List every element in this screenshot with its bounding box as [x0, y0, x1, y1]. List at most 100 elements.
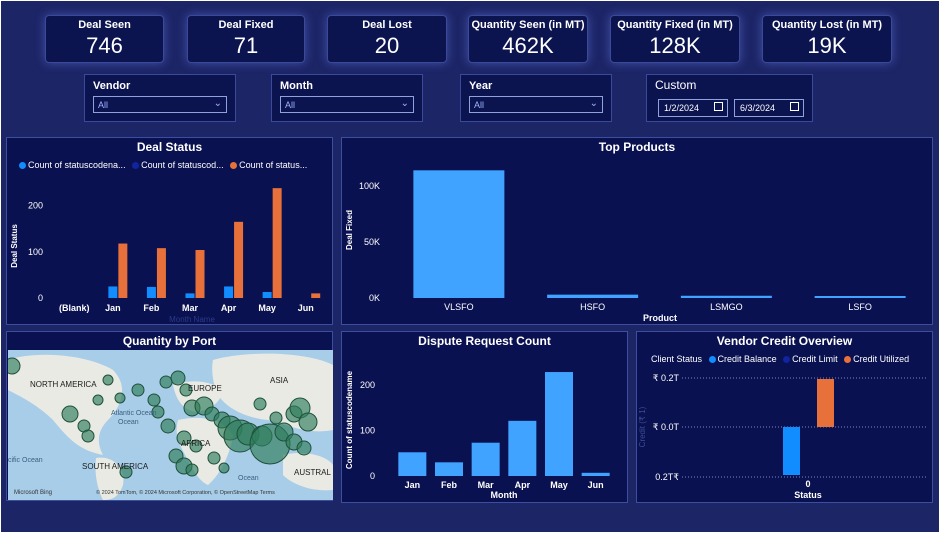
map-label: Atlantic Ocean	[111, 410, 157, 417]
x-tick-label: Apr	[221, 303, 237, 313]
x-axis-title: Month	[491, 490, 518, 500]
kpi-quantity-fixed: Quantity Fixed (in MT) 128K	[610, 15, 740, 63]
x-tick-label: May	[258, 303, 276, 313]
y-tick-label: ₹ 0.2T	[653, 373, 680, 383]
custom-date-slicer: Custom 1/2/2024 6/3/2024	[646, 74, 813, 122]
port-bubble	[170, 370, 186, 386]
x-tick-label: Jun	[298, 303, 314, 313]
port-bubble	[61, 405, 79, 423]
y-tick-label: 0K	[369, 293, 380, 303]
bar	[146, 286, 156, 298]
kpi-value: 128K	[649, 33, 701, 58]
bar	[272, 188, 282, 298]
port-bubble	[114, 392, 126, 404]
top-products-panel: Top Products 0K 50K 100K Deal Fixed Product V…	[341, 137, 933, 325]
kpi-quantity-lost: Quantity Lost (in MT) 19K	[762, 15, 892, 63]
bar	[508, 420, 537, 476]
deal-status-chart: 0 100 200 Deal Status Month Name (Blank) Jan Fe…	[10, 188, 321, 324]
x-tick-label: May	[550, 480, 568, 490]
top-products-chart: 0K 50K 100K Deal Fixed Product VLSFO HSFO LSMGO…	[345, 170, 906, 323]
deal-status-panel: Deal Status Count of statuscodena... Cou…	[6, 137, 333, 325]
port-bubble	[147, 393, 161, 407]
x-axis-title: Product	[643, 313, 677, 323]
port-bubble	[296, 440, 312, 456]
kpi-label: Quantity Lost (in MT)	[772, 19, 882, 31]
x-tick-label: Apr	[515, 480, 531, 490]
end-date-value: 6/3/2024	[740, 103, 776, 113]
x-tick-label: Jun	[588, 480, 604, 490]
map-label: AUSTRAL	[294, 468, 331, 477]
y-tick-label: 200	[28, 201, 43, 211]
vendor-slicer-title: Vendor	[93, 80, 131, 92]
y-axis-title: Count of statuscodename	[345, 370, 354, 469]
bar	[311, 293, 321, 298]
port-bubble	[207, 451, 221, 465]
bar	[234, 221, 244, 298]
port-bubble	[8, 357, 21, 375]
x-tick-label: HSFO	[580, 302, 605, 312]
y-tick-label: 0	[38, 293, 43, 303]
port-bubble	[269, 411, 283, 425]
kpi-deal-lost: Deal Lost 20	[327, 15, 447, 63]
vendor-slicer: Vendor All ⌄	[84, 74, 236, 122]
port-bubble	[131, 383, 145, 397]
x-tick-label: Feb	[441, 480, 458, 490]
calendar-icon[interactable]	[790, 102, 799, 111]
dispute-request-panel: Dispute Request Count 0 100 200 Count of st…	[341, 331, 628, 503]
bar	[185, 293, 195, 298]
bar	[817, 379, 834, 427]
year-slicer-title: Year	[469, 80, 493, 92]
year-dropdown-value: All	[474, 100, 485, 110]
port-bubble	[160, 418, 176, 434]
kpi-value: 746	[86, 33, 123, 58]
vendor-credit-panel: Vendor Credit Overview Client Status Cre…	[636, 331, 933, 503]
kpi-value: 19K	[807, 33, 847, 58]
quantity-by-port-panel: Quantity by Port NORTH AMERICA EUROPE AS…	[6, 331, 333, 501]
bar	[435, 462, 463, 476]
start-date-input[interactable]: 1/2/2024	[658, 99, 728, 117]
port-map[interactable]: NORTH AMERICA EUROPE ASIA Atlantic Ocean…	[8, 350, 333, 500]
port-bubble	[298, 412, 318, 432]
year-dropdown[interactable]: All ⌄	[469, 96, 603, 113]
bing-logo: Microsoft Bing	[14, 490, 52, 496]
y-axis-title: Credit (₹ 1)	[638, 406, 647, 447]
y-axis-title: Deal Status	[10, 224, 19, 268]
vendor-dropdown[interactable]: All ⌄	[93, 96, 227, 113]
kpi-deal-seen: Deal Seen 746	[45, 15, 164, 63]
bar	[545, 372, 573, 476]
port-bubble	[102, 374, 114, 386]
kpi-quantity-seen: Quantity Seen (in MT) 462K	[468, 15, 588, 63]
port-bubble	[159, 375, 173, 389]
month-dropdown[interactable]: All ⌄	[280, 96, 414, 113]
map-label: Ocean	[238, 475, 259, 482]
end-date-input[interactable]: 6/3/2024	[734, 99, 804, 117]
port-bubble	[185, 463, 199, 477]
bar	[547, 294, 639, 298]
bar	[195, 250, 205, 298]
x-tick-label: Mar	[182, 303, 199, 313]
y-tick-label: 100	[28, 247, 43, 257]
custom-slicer-title: Custom	[655, 78, 697, 92]
x-axis-title: Status	[794, 490, 822, 500]
chevron-down-icon: ⌄	[589, 98, 598, 109]
kpi-label: Deal Lost	[362, 19, 412, 31]
kpi-label: Quantity Fixed (in MT)	[617, 19, 733, 31]
port-bubble	[218, 462, 230, 474]
x-tick-label: Feb	[143, 303, 160, 313]
map-label: cific Ocean	[8, 457, 43, 464]
month-dropdown-value: All	[285, 100, 296, 110]
port-bubble	[92, 394, 104, 406]
calendar-icon[interactable]	[714, 102, 723, 111]
map-label: Ocean	[118, 419, 139, 426]
y-tick-label: 50K	[364, 237, 380, 247]
month-slicer-title: Month	[280, 80, 313, 92]
month-slicer: Month All ⌄	[271, 74, 423, 122]
map-attribution[interactable]: © 2024 TomTom, © 2024 Microsoft Corporat…	[96, 489, 275, 496]
kpi-value: 462K	[502, 33, 554, 58]
kpi-label: Deal Fixed	[218, 19, 274, 31]
chevron-down-icon: ⌄	[213, 98, 222, 109]
start-date-value: 1/2/2024	[664, 103, 700, 113]
x-tick-label: Mar	[478, 480, 495, 490]
bar	[262, 292, 272, 298]
x-tick-label: Jan	[105, 303, 121, 313]
